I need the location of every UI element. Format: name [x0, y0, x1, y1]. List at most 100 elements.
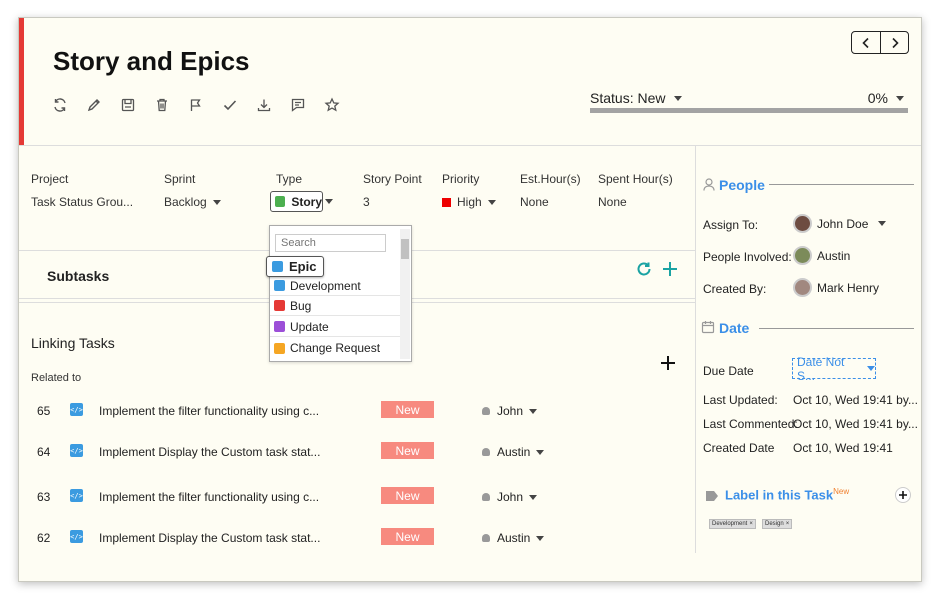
priority-dropdown[interactable]: High — [442, 195, 496, 209]
type-dropdown[interactable]: Story — [270, 191, 323, 212]
tag-label: Development — [712, 521, 748, 527]
assignee-name: John — [497, 404, 524, 418]
subtasks-title: Subtasks — [47, 268, 110, 284]
option-label: Update — [290, 319, 329, 334]
table-row[interactable]: 65 </> Implement the filter functionalit… — [19, 401, 559, 421]
labels-title-text: Label in this Task — [725, 487, 834, 503]
story-point-label: Story Point — [363, 172, 422, 186]
type-label: Type — [276, 172, 303, 186]
table-row[interactable]: 62 </> Implement Display the Custom task… — [19, 528, 559, 548]
task-id: 64 — [37, 445, 51, 459]
label-tag[interactable]: Design × — [762, 519, 793, 529]
type-caret-icon[interactable] — [325, 199, 333, 204]
type-option-change-request[interactable]: Change Request — [270, 338, 400, 358]
tag-label: Design — [765, 521, 784, 527]
assignee-dropdown[interactable]: John — [482, 404, 538, 418]
type-option-update[interactable]: Update — [270, 317, 400, 337]
story-point-value[interactable]: 3 — [363, 195, 370, 209]
table-row[interactable]: 64 </> Implement Display the Custom task… — [19, 442, 559, 462]
priority-value: High — [457, 195, 482, 209]
creator-name: Mark Henry — [817, 280, 880, 295]
type-option-development[interactable]: Development — [270, 276, 400, 296]
spent-hours-value[interactable]: None — [598, 195, 627, 209]
assignee-caret-icon — [529, 495, 538, 501]
spent-hours-label: Spent Hour(s) — [598, 172, 673, 186]
vertical-divider — [695, 146, 696, 553]
people-involved-label: People Involved: — [703, 250, 792, 264]
sprint-dropdown[interactable]: Backlog — [164, 195, 221, 209]
assignee-dropdown[interactable]: Austin — [482, 531, 545, 545]
refresh-subtasks-icon[interactable] — [635, 260, 653, 283]
due-date-label: Due Date — [703, 364, 754, 378]
assignee-dropdown[interactable]: Austin — [482, 445, 545, 459]
add-linking-task-icon[interactable] — [659, 354, 677, 377]
scrollbar-thumb[interactable] — [401, 239, 409, 259]
task-header: Story and Epics Status: New 0% — [19, 18, 921, 146]
due-date-picker[interactable]: Date Not S... — [792, 355, 876, 383]
linking-tasks-title: Linking Tasks — [31, 335, 115, 351]
chevron-right-icon — [891, 37, 899, 48]
status-badge[interactable]: New — [381, 401, 434, 418]
task-title[interactable]: Implement Display the Custom task stat..… — [99, 531, 320, 545]
edit-icon[interactable] — [77, 94, 111, 116]
refresh-icon[interactable] — [43, 94, 77, 116]
check-icon[interactable] — [213, 94, 247, 116]
created-by-value: Mark Henry — [793, 278, 879, 297]
type-option-epic[interactable]: Epic — [266, 256, 324, 277]
date-title: Date — [719, 320, 750, 336]
type-search-input[interactable] — [275, 234, 386, 252]
section-line — [769, 184, 914, 185]
task-title[interactable]: Implement the filter functionality using… — [99, 404, 319, 418]
assignee-dropdown[interactable]: John Doe — [793, 214, 887, 233]
add-subtask-icon[interactable] — [661, 260, 679, 283]
dropdown-scrollbar[interactable] — [400, 229, 410, 359]
avatar — [793, 246, 812, 265]
table-row[interactable]: 63 </> Implement the filter functionalit… — [19, 487, 559, 507]
priority-label: Priority — [442, 172, 480, 186]
last-commented-value: Oct 10, Wed 19:41 by... — [793, 417, 918, 431]
label-tag[interactable]: Development × — [709, 519, 756, 529]
status-caret-icon[interactable] — [674, 96, 682, 101]
assignee-name: John — [497, 490, 524, 504]
last-updated-value: Oct 10, Wed 19:41 by... — [793, 393, 918, 407]
percent-caret-icon[interactable] — [896, 96, 904, 101]
star-icon[interactable] — [315, 94, 349, 116]
remove-tag-icon[interactable]: × — [749, 521, 753, 527]
priority-high-icon — [442, 198, 451, 207]
flag-icon[interactable] — [179, 94, 213, 116]
next-button[interactable] — [880, 32, 908, 53]
type-option-bug[interactable]: Bug — [270, 296, 400, 316]
development-icon: </> — [70, 489, 83, 502]
person-icon — [482, 407, 490, 415]
chevron-left-icon — [862, 37, 869, 48]
type-value: Story — [291, 194, 322, 209]
assignee-dropdown[interactable]: John — [482, 490, 538, 504]
project-value[interactable]: Task Status Grou... — [31, 195, 133, 209]
accent-bar — [19, 18, 24, 145]
trash-icon[interactable] — [145, 94, 179, 116]
bug-icon — [274, 300, 285, 311]
status-badge[interactable]: New — [381, 442, 434, 459]
percent-dropdown[interactable]: 0% — [868, 90, 888, 106]
avatar — [793, 214, 812, 233]
remove-tag-icon[interactable]: × — [786, 521, 790, 527]
task-id: 63 — [37, 490, 51, 504]
comment-icon[interactable] — [281, 94, 315, 116]
assignee-name: John Doe — [817, 216, 869, 231]
option-label: Change Request — [290, 341, 381, 355]
prev-button[interactable] — [852, 32, 880, 53]
est-hours-value[interactable]: None — [520, 195, 549, 209]
status-badge[interactable]: New — [381, 487, 434, 504]
priority-caret-icon — [487, 200, 496, 206]
add-label-button[interactable] — [895, 487, 911, 503]
save-icon[interactable] — [111, 94, 145, 116]
tag-icon — [705, 489, 719, 507]
task-title[interactable]: Implement Display the Custom task stat..… — [99, 445, 320, 459]
download-icon[interactable] — [247, 94, 281, 116]
status-badge[interactable]: New — [381, 528, 434, 545]
project-label: Project — [31, 172, 69, 186]
related-to-label: Related to — [31, 372, 82, 384]
task-title[interactable]: Implement the filter functionality using… — [99, 490, 319, 504]
status-dropdown[interactable]: Status: New — [590, 90, 665, 106]
people-involved-value[interactable]: Austin — [793, 246, 850, 265]
